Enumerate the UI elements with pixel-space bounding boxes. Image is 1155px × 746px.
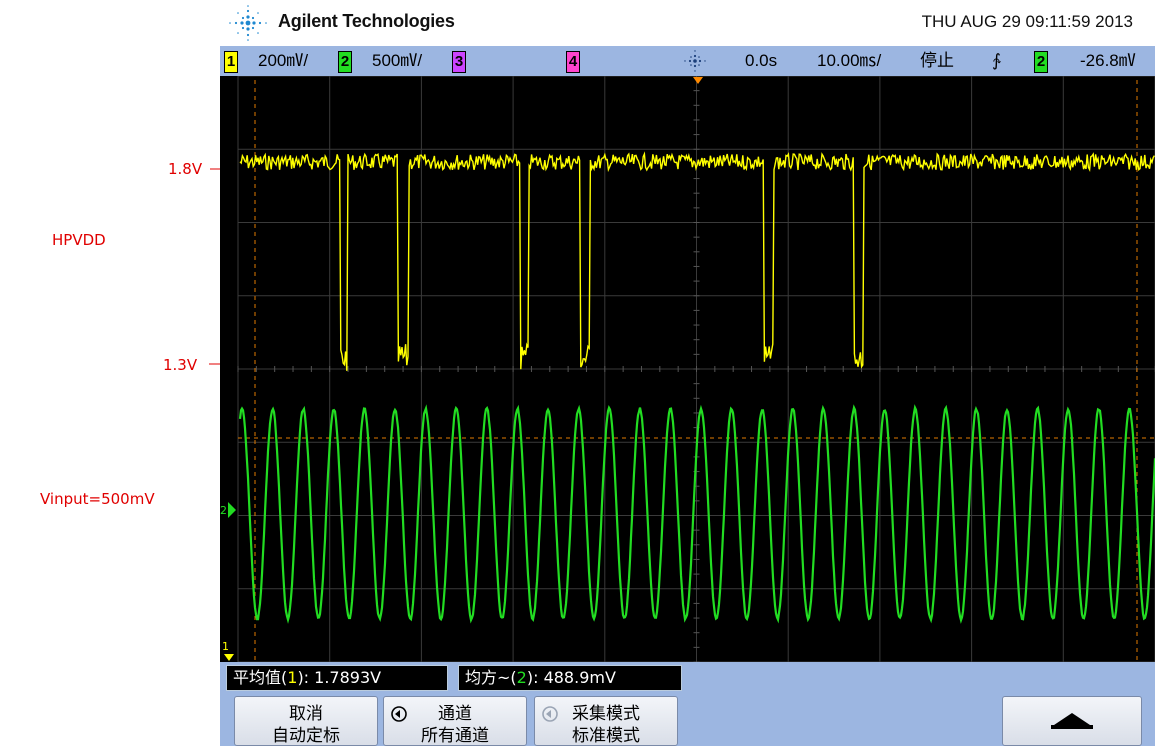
annotation-vinput: Vinput=500mV (40, 490, 155, 508)
meas-average-channel: 1 (287, 668, 298, 687)
ch2-marker-label: 2 (220, 504, 227, 517)
meas-average-label: 平均值( (233, 668, 288, 687)
trigger-slope-icon: ∱ (992, 51, 1001, 70)
agilent-spark-logo-icon (229, 5, 267, 41)
trigger-position-marker (693, 77, 703, 84)
date-time: THU AUG 29 09:11:59 2013 (921, 12, 1133, 31)
measurement-rms-ch2[interactable]: 均方~(2): 488.9mV (458, 665, 682, 691)
annotation-1-8v: 1.8V (168, 160, 203, 178)
ch2-trace (238, 404, 1155, 624)
meas-rms-value: ): 488.9mV (526, 668, 616, 687)
waveform-screen: 2 1 (220, 76, 1155, 662)
ch1-indicator[interactable]: 1 (224, 51, 238, 73)
ch1-ground-marker: 1 (222, 640, 234, 661)
acquisition-mode-line2: 标准模式 (572, 726, 640, 746)
run-state: 停止 (920, 51, 954, 70)
measurement-bar: 平均值(1): 1.7893V 均方~(2): 488.9mV (220, 662, 1155, 692)
status-bar: 1 200㎷/ 2 500㎷/ 3 4 0.0s 10.00㎳/ 停止 ∱ 2 … (220, 46, 1155, 76)
ch1-trace (239, 151, 1155, 371)
ch1-marker-label: 1 (222, 640, 229, 653)
undo-autoscale-button[interactable]: 取消 自动定标 (234, 696, 378, 746)
waveform-canvas: 2 1 (220, 76, 1155, 662)
scope-header: Agilent Technologies THU AUG 29 09:11:59… (220, 0, 1155, 46)
annotation-1-3v: 1.3V (163, 356, 198, 374)
meas-rms-channel: 2 (516, 668, 527, 687)
channels-button[interactable]: 通道 所有通道 (383, 696, 527, 746)
time-delay: 0.0s (745, 51, 778, 70)
acquisition-spark-icon (684, 50, 706, 72)
oscilloscope-display: Agilent Technologies THU AUG 29 09:11:59… (220, 0, 1155, 746)
up-arrow-icon (1051, 713, 1093, 729)
brand-name: Agilent Technologies (278, 11, 455, 31)
acquisition-mode-button[interactable]: 采集模式 标准模式 (534, 696, 678, 746)
ch2-scale: 500㎷/ (372, 51, 423, 70)
channels-line2: 所有通道 (421, 726, 489, 746)
softkey-bar: 取消 自动定标 通道 所有通道 采集模式 标准模式 (220, 692, 1155, 746)
ch2-indicator[interactable]: 2 (338, 51, 352, 73)
time-scale: 10.00㎳/ (817, 51, 882, 70)
meas-average-value: ): 1.7893V (297, 668, 382, 687)
ch1-scale: 200㎷/ (258, 51, 309, 70)
annotation-hpvdd: HPVDD (52, 231, 106, 249)
trigger-level: -26.8㎷ (1080, 51, 1136, 70)
ch2-ground-marker: 2 (220, 502, 236, 518)
trigger-source-indicator[interactable]: 2 (1034, 51, 1048, 73)
undo-autoscale-line2: 自动定标 (272, 726, 340, 746)
measurement-average-ch1[interactable]: 平均值(1): 1.7893V (226, 665, 448, 691)
menu-up-button[interactable] (1002, 696, 1142, 746)
ch3-indicator[interactable]: 3 (452, 51, 466, 73)
ch4-indicator[interactable]: 4 (566, 51, 580, 73)
meas-rms-label: 均方~( (465, 668, 517, 687)
